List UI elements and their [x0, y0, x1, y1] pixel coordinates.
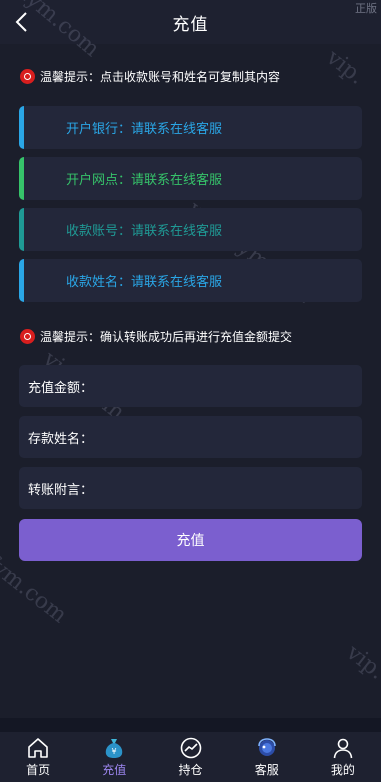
card-label: 收款账号： [66, 224, 132, 239]
page-title: 充值 [172, 14, 209, 35]
transfer-note-field: 转账附言： [19, 467, 362, 509]
corner-tag: 正版 [355, 2, 377, 15]
amount-field: 充值金额： [19, 365, 362, 407]
tab-profile[interactable]: 我的 [305, 732, 381, 782]
user-icon [333, 738, 353, 759]
account-name-card[interactable]: 收款姓名：请联系在线客服 [19, 259, 362, 302]
tab-label: 充值 [102, 763, 127, 777]
card-value: 请联系在线客服 [131, 122, 223, 137]
tab-label: 客服 [254, 763, 279, 777]
tip-copy-hint: 温馨提示：点击收款账号和姓名可复制其内容 [20, 68, 280, 85]
amount-input[interactable] [93, 366, 362, 406]
money-bag-icon: ¥ [106, 739, 123, 758]
bank-name-card[interactable]: 开户银行：请联系在线客服 [19, 106, 362, 149]
info-dot-icon [20, 69, 35, 84]
card-accent-bar [19, 106, 24, 149]
card-value: 请联系在线客服 [131, 173, 223, 188]
tab-positions[interactable]: 持仓 [152, 732, 228, 782]
depositor-name-label: 存款姓名： [28, 431, 94, 447]
chevron-left-icon [15, 12, 27, 32]
divider-strip [0, 718, 381, 732]
tab-home[interactable]: 首页 [0, 732, 76, 782]
tip-text: 温馨提示：点击收款账号和姓名可复制其内容 [40, 70, 281, 84]
card-label: 开户银行： [66, 122, 132, 137]
tip-text: 温馨提示：确认转账成功后再进行充值金额提交 [40, 330, 293, 344]
watermark: vip. [321, 45, 369, 90]
account-number-card[interactable]: 收款账号：请联系在线客服 [19, 208, 362, 251]
tab-label: 持仓 [178, 763, 203, 777]
card-label: 开户网点： [66, 173, 132, 188]
card-value: 请联系在线客服 [131, 224, 223, 239]
home-icon [28, 738, 48, 758]
chart-icon [180, 737, 201, 759]
card-label: 收款姓名： [66, 275, 132, 290]
info-dot-icon [20, 329, 35, 344]
tab-label: 我的 [330, 763, 355, 777]
bottom-tab-bar: 首页 ¥ 充值 持仓 客服 我的 [0, 732, 381, 782]
tab-recharge[interactable]: ¥ 充值 [76, 732, 152, 782]
header-bar: 充值 正版 [0, 0, 381, 44]
support-icon [257, 738, 276, 756]
tab-support[interactable]: 客服 [229, 732, 305, 782]
card-accent-bar [19, 157, 24, 200]
watermark: vip. [341, 640, 381, 685]
submit-recharge-button[interactable]: 充值 [19, 519, 362, 561]
back-button[interactable] [8, 8, 36, 36]
card-value: 请联系在线客服 [131, 275, 223, 290]
bank-branch-card[interactable]: 开户网点：请联系在线客服 [19, 157, 362, 200]
depositor-name-field: 存款姓名： [19, 416, 362, 458]
card-accent-bar [19, 259, 24, 302]
tab-label: 首页 [26, 763, 51, 777]
svg-text:¥: ¥ [112, 747, 117, 756]
transfer-note-label: 转账附言： [28, 482, 94, 498]
amount-label: 充值金额： [28, 380, 94, 396]
depositor-name-input[interactable] [93, 417, 362, 457]
card-accent-bar [19, 208, 24, 251]
transfer-note-input[interactable] [93, 468, 362, 508]
tip-confirm-hint: 温馨提示：确认转账成功后再进行充值金额提交 [20, 328, 292, 345]
